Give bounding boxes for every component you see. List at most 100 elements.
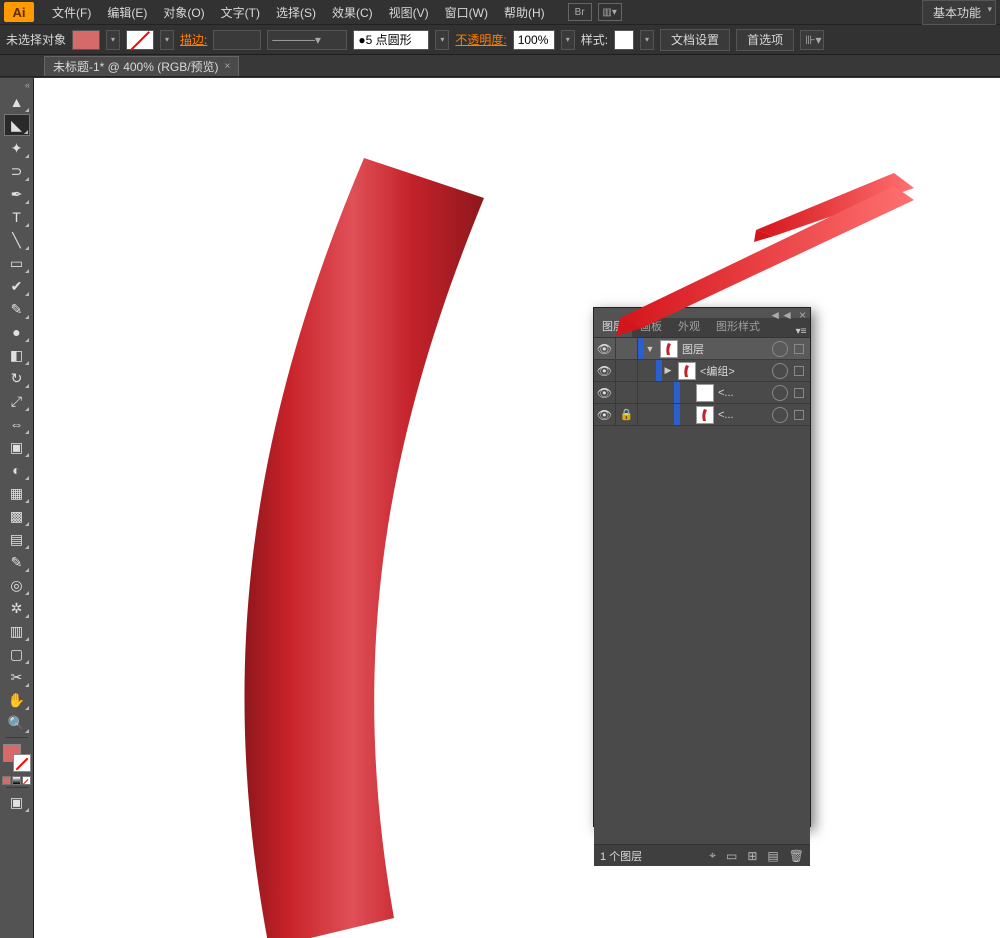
- menu-effect[interactable]: 效果(C): [324, 1, 381, 24]
- layer-row[interactable]: 👁 ▶ <编组>: [594, 360, 810, 382]
- stroke-weight-field[interactable]: [213, 30, 261, 50]
- selection-indicator[interactable]: [794, 410, 804, 420]
- visibility-toggle-icon[interactable]: 👁: [594, 382, 616, 403]
- magic-wand-tool[interactable]: ✦: [4, 137, 30, 159]
- blob-brush-tool[interactable]: ●: [4, 321, 30, 343]
- opacity-field[interactable]: 100%: [513, 30, 555, 50]
- style-swatch[interactable]: [614, 30, 634, 50]
- stroke-box[interactable]: [13, 754, 31, 772]
- menu-view[interactable]: 视图(V): [381, 1, 437, 24]
- rectangle-tool[interactable]: ▭: [4, 252, 30, 274]
- bridge-icon[interactable]: Br: [568, 3, 592, 21]
- lock-toggle-icon[interactable]: [616, 360, 638, 381]
- screen-mode-tool[interactable]: ▣: [4, 791, 30, 813]
- layer-row[interactable]: 👁 <...: [594, 382, 810, 404]
- layers-panel[interactable]: ◄◄ × 图层 画板 外观 图形样式 ▾≡ 👁▼图层👁▶<编组>👁<...👁🔒<…: [593, 307, 811, 827]
- prefs-button[interactable]: 首选项: [736, 29, 794, 51]
- stroke-swatch[interactable]: [126, 30, 154, 50]
- visibility-toggle-icon[interactable]: 👁: [594, 338, 616, 359]
- brush-dropdown[interactable]: ▾: [435, 30, 449, 50]
- new-layer-icon[interactable]: ▤: [767, 849, 778, 863]
- visibility-toggle-icon[interactable]: 👁: [594, 360, 616, 381]
- fill-stroke-control[interactable]: [3, 744, 31, 772]
- layer-name[interactable]: <...: [718, 387, 766, 399]
- make-clipping-mask-icon[interactable]: ▭: [726, 849, 737, 863]
- scale-tool[interactable]: ⤢: [4, 390, 30, 412]
- selection-indicator[interactable]: [794, 344, 804, 354]
- menu-file[interactable]: 文件(F): [44, 1, 99, 24]
- slice-tool[interactable]: ✂: [4, 666, 30, 688]
- disclosure-icon[interactable]: ▼: [644, 344, 656, 354]
- arrange-documents-icon[interactable]: ▥▾: [598, 3, 622, 21]
- new-sublayer-icon[interactable]: ⊞: [747, 849, 757, 863]
- opacity-dropdown[interactable]: ▾: [561, 30, 575, 50]
- gradient-tool[interactable]: ▤: [4, 528, 30, 550]
- layer-name[interactable]: 图层: [682, 341, 766, 357]
- mesh-tool[interactable]: ▩: [4, 505, 30, 527]
- target-icon[interactable]: [772, 407, 788, 423]
- canvas[interactable]: ◄◄ × 图层 画板 外观 图形样式 ▾≡ 👁▼图层👁▶<编组>👁<...👁🔒<…: [34, 78, 1000, 938]
- tool-collapse-icon[interactable]: «: [0, 80, 33, 90]
- direct-selection-tool[interactable]: ◣: [4, 114, 30, 136]
- eraser-tool[interactable]: ◧: [4, 344, 30, 366]
- zoom-tool[interactable]: 🔍: [4, 712, 30, 734]
- menu-select[interactable]: 选择(S): [268, 1, 324, 24]
- lasso-tool[interactable]: ⊃: [4, 160, 30, 182]
- hand-tool[interactable]: ✋: [4, 689, 30, 711]
- rotate-tool[interactable]: ↻: [4, 367, 30, 389]
- delete-layer-icon[interactable]: 🗑: [789, 849, 804, 863]
- layer-row[interactable]: 👁🔒<...: [594, 404, 810, 426]
- selection-indicator[interactable]: [794, 388, 804, 398]
- type-tool[interactable]: T: [4, 206, 30, 228]
- tab-appearance[interactable]: 外观: [670, 315, 708, 337]
- target-icon[interactable]: [772, 385, 788, 401]
- symbol-sprayer-tool[interactable]: ✲: [4, 597, 30, 619]
- artboard-tool[interactable]: ▢: [4, 643, 30, 665]
- doc-setup-button[interactable]: 文档设置: [660, 29, 730, 51]
- fill-swatch[interactable]: [72, 30, 100, 50]
- width-tool[interactable]: ⇔: [4, 413, 30, 435]
- disclosure-icon[interactable]: ▶: [662, 365, 674, 376]
- blend-tool[interactable]: ◎: [4, 574, 30, 596]
- lock-toggle-icon[interactable]: [616, 382, 638, 403]
- fill-dropdown[interactable]: ▾: [106, 30, 120, 50]
- close-tab-icon[interactable]: ×: [225, 61, 231, 72]
- paintbrush-tool[interactable]: ✔: [4, 275, 30, 297]
- opacity-link[interactable]: 不透明度:: [455, 31, 506, 48]
- layer-row[interactable]: 👁 ▼ 图层: [594, 338, 810, 360]
- stroke-link[interactable]: 描边:: [180, 31, 207, 48]
- perspective-tool[interactable]: ▦: [4, 482, 30, 504]
- more-options[interactable]: ⊪▾: [800, 30, 824, 50]
- tab-graphic-styles[interactable]: 图形样式: [708, 315, 768, 337]
- layer-name[interactable]: <...: [718, 409, 766, 421]
- pen-tool[interactable]: ✒: [4, 183, 30, 205]
- selection-tool[interactable]: ▲: [4, 91, 30, 113]
- pencil-tool[interactable]: ✎: [4, 298, 30, 320]
- menu-help[interactable]: 帮助(H): [496, 1, 553, 24]
- tab-layers[interactable]: 图层: [594, 315, 632, 337]
- brush-field[interactable]: ● 5 点圆形: [353, 30, 429, 50]
- target-icon[interactable]: [772, 341, 788, 357]
- shape-builder-tool[interactable]: ◐: [4, 459, 30, 481]
- panel-close-icon[interactable]: ×: [799, 308, 806, 318]
- line-tool[interactable]: ╲: [4, 229, 30, 251]
- document-tab[interactable]: 未标题-1* @ 400% (RGB/预览) ×: [44, 56, 239, 76]
- visibility-toggle-icon[interactable]: 👁: [594, 404, 616, 425]
- eyedropper-tool[interactable]: ✎: [4, 551, 30, 573]
- stroke-dropdown[interactable]: ▾: [160, 30, 174, 50]
- menu-type[interactable]: 文字(T): [213, 1, 268, 24]
- free-transform-tool[interactable]: ▣: [4, 436, 30, 458]
- menu-object[interactable]: 对象(O): [155, 1, 212, 24]
- workspace-switcher[interactable]: 基本功能: [922, 0, 996, 25]
- target-icon[interactable]: [772, 363, 788, 379]
- tab-artboards[interactable]: 画板: [632, 315, 670, 337]
- panel-menu-icon[interactable]: ▾≡: [792, 326, 810, 337]
- layer-name[interactable]: <编组>: [700, 363, 766, 379]
- lock-toggle-icon[interactable]: [616, 338, 638, 359]
- menu-window[interactable]: 窗口(W): [437, 1, 496, 24]
- color-mode-row[interactable]: [2, 776, 31, 785]
- graph-tool[interactable]: ▥: [4, 620, 30, 642]
- locate-object-icon[interactable]: ⌖: [709, 848, 716, 863]
- stroke-profile-field[interactable]: ─────▾: [267, 30, 347, 50]
- style-dropdown[interactable]: ▾: [640, 30, 654, 50]
